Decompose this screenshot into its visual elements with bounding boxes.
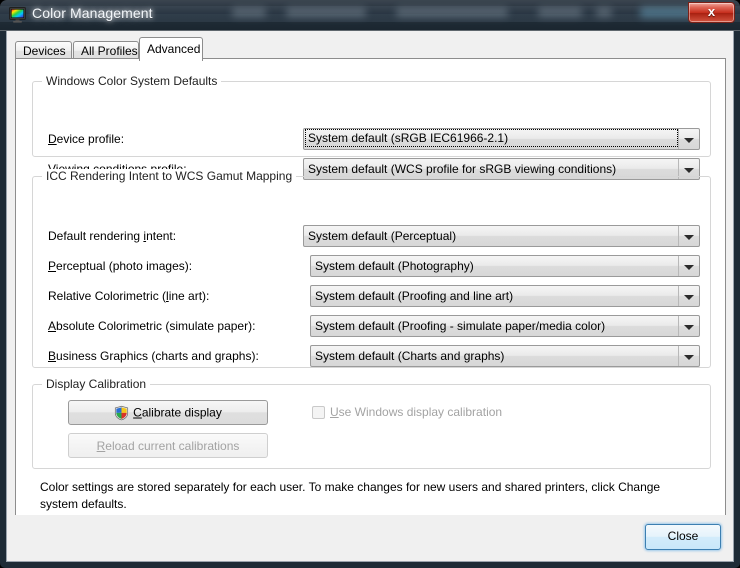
use-windows-calibration-checkbox-row[interactable]: Use Windows display calibration — [312, 405, 502, 419]
use-windows-calibration-text: se Windows display calibration — [338, 405, 503, 419]
label-default-rendering-intent: Default rendering intent: — [48, 229, 176, 243]
combo-business-graphics-value: System default (Charts and graphs) — [315, 349, 505, 363]
combo-default-rendering-intent-arrow-box[interactable] — [678, 226, 699, 246]
label-relative-colorimetric: Relative Colorimetric (line art): — [48, 289, 209, 303]
reload-calibrations-key: R — [96, 438, 106, 453]
tab-advanced-label: Advanced — [147, 42, 201, 56]
label-device-profile-text: evice profile: — [56, 132, 125, 146]
use-windows-calibration-checkbox[interactable] — [312, 405, 325, 419]
combo-perceptual-value: System default (Photography) — [315, 259, 474, 273]
combo-device-profile-arrow-box[interactable] — [678, 129, 699, 149]
window-close-button[interactable]: x — [688, 2, 735, 23]
combo-device-profile-value: System default (sRGB IEC61966-2.1) — [305, 129, 678, 147]
combo-perceptual[interactable]: System default (Photography) — [310, 255, 700, 277]
chevron-down-icon — [684, 295, 694, 300]
label-business-graphics-post: usiness Graphics (charts and graphs): — [56, 349, 259, 363]
label-absolute-colorimetric-post: bsolute Colorimetric (simulate paper): — [56, 319, 256, 333]
close-icon: x — [707, 4, 716, 19]
uac-shield-icon — [114, 405, 129, 420]
close-dialog-button[interactable]: Close — [645, 524, 721, 550]
group-icc-mapping-title: ICC Rendering Intent to WCS Gamut Mappin… — [42, 169, 297, 183]
dialog-client-area: Devices All Profiles Advanced Windows Co… — [6, 31, 734, 562]
calibrate-display-text: alibrate display — [141, 405, 222, 420]
chevron-down-icon — [684, 138, 694, 143]
tab-devices-label: Devices — [23, 44, 66, 58]
combo-absolute-colorimetric[interactable]: System default (Proofing - simulate pape… — [310, 315, 700, 337]
tab-advanced[interactable]: Advanced — [139, 37, 203, 61]
label-perceptual-key: P — [48, 259, 57, 273]
combo-business-graphics[interactable]: System default (Charts and graphs) — [310, 345, 700, 367]
calibrate-display-button[interactable]: Calibrate display — [68, 400, 268, 425]
use-windows-calibration-key: U — [330, 405, 339, 419]
title-bar: Color Management x — [0, 0, 740, 31]
label-device-profile: Device profile: — [48, 132, 124, 146]
label-default-rendering-intent-pre: Default rendering — [48, 229, 144, 243]
window-title: Color Management — [32, 5, 153, 21]
group-wcs-defaults-title: Windows Color System Defaults — [42, 74, 222, 88]
combo-relative-colorimetric-value: System default (Proofing and line art) — [315, 289, 514, 303]
label-absolute-colorimetric: Absolute Colorimetric (simulate paper): — [48, 319, 255, 333]
label-perceptual-post: erceptual (photo images): — [56, 259, 193, 273]
color-monitor-icon — [9, 6, 26, 23]
label-device-profile-key: D — [48, 132, 57, 146]
chevron-down-icon — [684, 325, 694, 330]
chevron-down-icon — [684, 235, 694, 240]
tab-all-profiles-label: All Profiles — [81, 44, 138, 58]
combo-default-rendering-intent[interactable]: System default (Perceptual) — [303, 225, 700, 247]
combo-perceptual-arrow-box[interactable] — [678, 256, 699, 276]
use-windows-calibration-label: Use Windows display calibration — [330, 405, 502, 419]
combo-relative-colorimetric[interactable]: System default (Proofing and line art) — [310, 285, 700, 307]
combo-default-rendering-intent-value: System default (Perceptual) — [308, 229, 457, 243]
label-business-graphics-key: B — [48, 349, 57, 363]
label-perceptual: Perceptual (photo images): — [48, 259, 192, 273]
combo-business-graphics-arrow-box[interactable] — [678, 346, 699, 366]
reload-calibrations-button[interactable]: Reload current calibrations — [68, 433, 268, 458]
footer-note: Color settings are stored separately for… — [40, 480, 661, 511]
calibrate-display-key: C — [133, 405, 142, 420]
dialog-footer-strip — [7, 515, 733, 561]
chevron-down-icon — [684, 355, 694, 360]
combo-relative-colorimetric-arrow-box[interactable] — [678, 286, 699, 306]
close-dialog-label: Close — [667, 529, 699, 543]
color-management-window: Color Management x Devices All Profiles … — [0, 0, 740, 568]
label-business-graphics: Business Graphics (charts and graphs): — [48, 349, 259, 363]
label-relative-colorimetric-pre: Relative Colorimetric ( — [48, 289, 167, 303]
chevron-down-icon — [684, 168, 694, 173]
combo-absolute-colorimetric-arrow-box[interactable] — [678, 316, 699, 336]
group-display-calibration-title: Display Calibration — [42, 377, 151, 391]
combo-viewing-conditions-value: System default (WCS profile for sRGB vie… — [308, 162, 617, 176]
label-relative-colorimetric-post: ine art): — [168, 289, 210, 303]
chevron-down-icon — [684, 265, 694, 270]
label-absolute-colorimetric-key: A — [48, 319, 57, 333]
combo-absolute-colorimetric-value: System default (Proofing - simulate pape… — [315, 319, 606, 333]
label-default-rendering-intent-post: ntent: — [146, 229, 177, 243]
reload-calibrations-label: Reload current calibrations — [97, 439, 240, 453]
advanced-tab-panel: Windows Color System Defaults Device pro… — [15, 58, 726, 545]
reload-calibrations-text: eload current calibrations — [105, 438, 240, 453]
combo-device-profile[interactable]: System default (sRGB IEC61966-2.1) — [303, 128, 700, 150]
calibrate-display-label: Calibrate display — [133, 406, 222, 420]
